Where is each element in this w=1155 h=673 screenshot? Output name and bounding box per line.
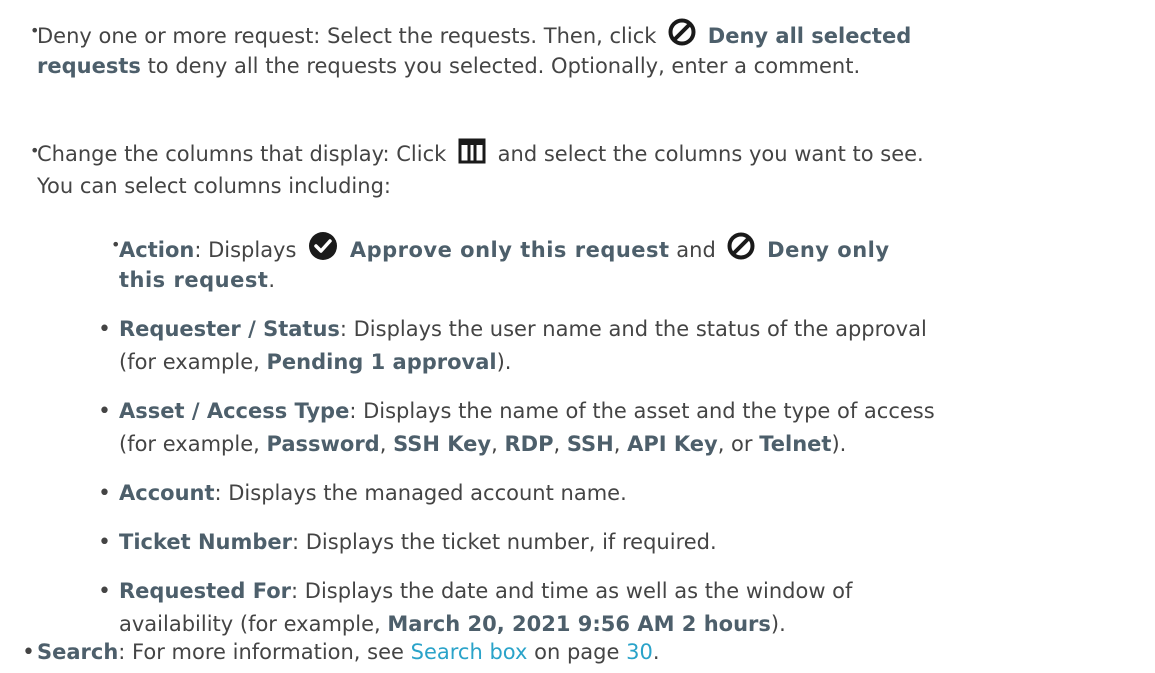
column-asset-end: ). bbox=[831, 432, 847, 456]
column-asset-text: : Displays the name of the asset and the… bbox=[349, 399, 935, 423]
deny-icon bbox=[726, 231, 756, 271]
column-asset-or: , or bbox=[717, 432, 753, 456]
search-bullet-end: . bbox=[652, 640, 660, 664]
column-requested-line1: Requested For: Displays the date and tim… bbox=[119, 575, 852, 608]
column-ticket-line: Ticket Number: Displays the ticket numbe… bbox=[119, 526, 717, 559]
bullet-marker: • bbox=[22, 640, 35, 665]
column-asset-example-prefix: (for example, bbox=[119, 432, 260, 456]
column-asset-label: Asset / Access Type bbox=[119, 399, 350, 423]
column-requester-line1: Requester / Status: Displays the user na… bbox=[119, 313, 927, 346]
column-requested-example-prefix: availability (for example, bbox=[119, 612, 381, 636]
column-ticket-text: : Displays the ticket number, if require… bbox=[292, 530, 717, 554]
column-account-text: : Displays the managed account name. bbox=[214, 481, 627, 505]
approve-only-label: Approve only this request bbox=[349, 238, 670, 262]
column-asset-line2: (for example, Password, SSH Key, RDP, SS… bbox=[119, 432, 847, 456]
columns-bullet-text: Change the columns that display: Click bbox=[37, 142, 447, 166]
access-type-api-key: API Key bbox=[627, 432, 718, 456]
column-action-and: and bbox=[676, 238, 716, 262]
column-requester-label: Requester / Status bbox=[119, 317, 340, 341]
column-requester-example-prefix: (for example, bbox=[119, 350, 260, 374]
deny-requests-label: requests bbox=[37, 54, 141, 78]
access-type-ssh-key: SSH Key bbox=[393, 432, 492, 456]
column-requested-label: Requested For bbox=[119, 579, 292, 603]
column-asset-line1: Asset / Access Type: Displays the name o… bbox=[119, 395, 935, 428]
search-bullet-text: : For more information, see bbox=[118, 640, 404, 664]
deny-bullet-line2: requests to deny all the requests you se… bbox=[37, 50, 860, 83]
deny-bullet-text: Deny one or more request: Select the req… bbox=[37, 24, 657, 48]
column-requester-end: ). bbox=[496, 350, 512, 374]
sub-bullet-marker: • bbox=[98, 481, 111, 506]
columns-bullet-rest: and select the columns you want to see. bbox=[497, 142, 924, 166]
column-account-label: Account bbox=[119, 481, 215, 505]
column-action-end: . bbox=[268, 268, 276, 292]
sub-bullet-marker: • bbox=[98, 317, 111, 342]
access-type-password: Password bbox=[266, 432, 380, 456]
search-bullet-line: Search: For more information, see Search… bbox=[37, 636, 660, 669]
sub-bullet-marker: • bbox=[98, 579, 111, 604]
deny-all-selected-label: Deny all selected bbox=[707, 24, 912, 48]
deny-bullet-rest: to deny all the requests you selected. O… bbox=[147, 54, 861, 78]
search-box-link[interactable]: Search box bbox=[411, 640, 528, 664]
columns-bullet-line2-text: You can select columns including: bbox=[37, 174, 391, 198]
sub-bullet-marker: • bbox=[98, 399, 111, 424]
column-account-line: Account: Displays the managed account na… bbox=[119, 477, 627, 510]
access-type-rdp: RDP bbox=[504, 432, 554, 456]
pending-approval-label: Pending 1 approval bbox=[266, 350, 497, 374]
column-requester-text: : Displays the user name and the status … bbox=[339, 317, 927, 341]
deny-only-label: Deny only bbox=[767, 238, 890, 262]
requested-for-example: March 20, 2021 9:56 AM 2 hours bbox=[387, 612, 771, 636]
access-type-telnet: Telnet bbox=[759, 432, 832, 456]
sub-bullet-marker: • bbox=[98, 530, 111, 555]
columns-icon bbox=[457, 137, 487, 175]
search-bullet-mid: on page bbox=[534, 640, 620, 664]
approve-icon bbox=[307, 231, 339, 271]
search-label: Search bbox=[37, 640, 119, 664]
this-request-label: this request bbox=[119, 268, 269, 292]
page-number-link[interactable]: 30 bbox=[626, 640, 653, 664]
access-type-ssh: SSH bbox=[566, 432, 614, 456]
column-requested-text: : Displays the date and time as well as … bbox=[291, 579, 853, 603]
column-requester-line2: (for example, Pending 1 approval). bbox=[119, 346, 511, 379]
columns-bullet-line2: You can select columns including: bbox=[37, 170, 391, 203]
column-action-line2: this request. bbox=[119, 264, 275, 297]
column-action-text: : Displays bbox=[194, 238, 297, 262]
column-action-label: Action bbox=[119, 238, 195, 262]
column-requested-end: ). bbox=[770, 612, 786, 636]
column-ticket-label: Ticket Number bbox=[119, 530, 293, 554]
